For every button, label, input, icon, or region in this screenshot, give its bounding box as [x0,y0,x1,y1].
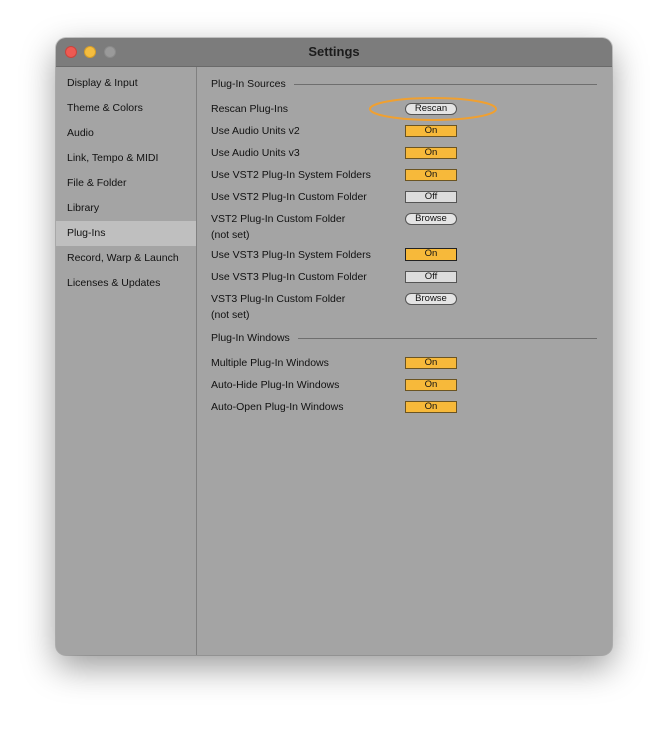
plug-in-windows-section: Plug-In Windows [211,330,597,346]
section-divider [297,337,597,339]
auto-open-windows-toggle[interactable]: On [405,401,457,413]
audio-units-v2-label: Use Audio Units v2 [211,125,300,137]
vst3-system-folders-toggle[interactable]: On [405,248,457,261]
sidebar-item-display-input[interactable]: Display & Input [56,71,196,96]
settings-sidebar: Display & Input Theme & Colors Audio Lin… [56,67,197,655]
sidebar-item-library[interactable]: Library [56,196,196,221]
vst3-system-folders-label: Use VST3 Plug-In System Folders [211,249,371,261]
sidebar-item-theme-colors[interactable]: Theme & Colors [56,96,196,121]
vst3-browse-button[interactable]: Browse [405,293,457,305]
vst2-folder-path: (not set) [211,229,250,241]
sidebar-item-licenses-updates[interactable]: Licenses & Updates [56,271,196,296]
vst3-folder-path: (not set) [211,309,250,321]
settings-window: Settings Display & Input Theme & Colors … [56,38,612,655]
audio-units-v2-toggle[interactable]: On [405,125,457,137]
audio-units-v3-toggle[interactable]: On [405,147,457,159]
sidebar-item-plug-ins[interactable]: Plug-Ins [56,221,196,246]
vst2-system-folders-toggle[interactable]: On [405,169,457,181]
vst2-folder-label: VST2 Plug-In Custom Folder [211,213,346,225]
vst2-custom-folder-toggle[interactable]: Off [405,191,457,203]
rescan-button[interactable]: Rescan [405,103,457,115]
settings-content: Plug-In Sources Rescan Plug-Ins Rescan U… [197,67,612,655]
vst2-custom-folder-label: Use VST2 Plug-In Custom Folder [211,191,367,203]
sidebar-item-file-folder[interactable]: File & Folder [56,171,196,196]
vst3-custom-folder-label: Use VST3 Plug-In Custom Folder [211,271,367,283]
window-title: Settings [308,44,360,59]
rescan-label: Rescan Plug-Ins [211,103,289,115]
title-bar[interactable]: Settings [56,38,612,67]
vst3-custom-folder-toggle[interactable]: Off [405,271,457,283]
section-heading: Plug-In Sources [211,78,286,90]
section-heading: Plug-In Windows [211,332,290,344]
vst2-system-folders-label: Use VST2 Plug-In System Folders [211,169,371,181]
sidebar-item-link-tempo-midi[interactable]: Link, Tempo & MIDI [56,146,196,171]
vst2-browse-button[interactable]: Browse [405,213,457,225]
section-divider [293,83,597,85]
vst3-folder-label: VST3 Plug-In Custom Folder [211,293,346,305]
auto-hide-windows-toggle[interactable]: On [405,379,457,391]
multiple-windows-toggle[interactable]: On [405,357,457,369]
sidebar-item-audio[interactable]: Audio [56,121,196,146]
multiple-windows-label: Multiple Plug-In Windows [211,357,329,369]
auto-hide-windows-label: Auto-Hide Plug-In Windows [211,379,340,391]
audio-units-v3-label: Use Audio Units v3 [211,147,300,159]
plug-in-sources-section: Plug-In Sources [211,76,597,92]
sidebar-item-record-warp-launch[interactable]: Record, Warp & Launch [56,246,196,271]
auto-open-windows-label: Auto-Open Plug-In Windows [211,401,344,413]
